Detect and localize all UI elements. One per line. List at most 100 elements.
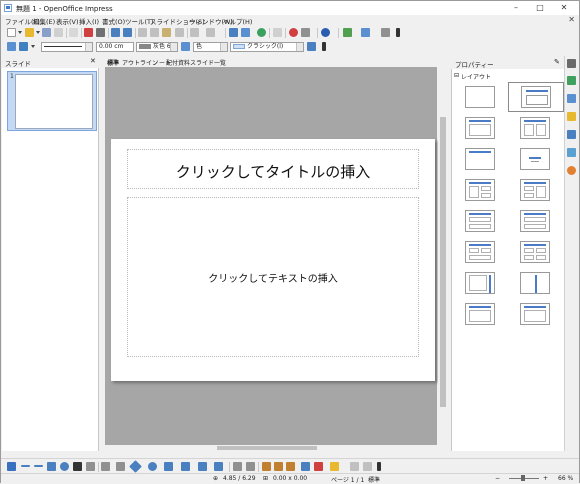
rectangle-icon[interactable] [47,462,56,471]
gallery-icon[interactable] [567,148,576,157]
from-file-icon[interactable] [274,462,283,471]
slide-show-icon[interactable] [381,28,390,37]
zoom-slider-knob[interactable] [521,475,525,481]
save-icon[interactable] [42,28,51,37]
area-fill-select[interactable]: 色 [193,42,228,52]
menu-edit[interactable]: 編集(E) [33,16,55,26]
flowchart-icon[interactable] [181,462,190,471]
select-pointer-icon[interactable] [7,462,16,471]
text-placeholder[interactable]: クリックしてテキストの挿入 [127,197,419,357]
open-folder-icon[interactable] [25,28,34,37]
display-grid-icon[interactable] [273,28,282,37]
email-icon[interactable] [54,28,63,37]
table-icon[interactable] [241,28,250,37]
navigator-icon[interactable] [301,28,310,37]
cut-icon[interactable] [138,28,147,37]
toolbar-more-icon[interactable] [322,42,326,51]
menu-format[interactable]: 書式(O) [102,16,125,26]
slide-layout-icon[interactable] [361,28,370,37]
horizontal-scroll-thumb[interactable] [217,446,317,450]
vertical-text-icon[interactable] [86,462,95,471]
maximize-button[interactable]: □ [530,1,550,15]
hyperlink-icon[interactable] [289,28,298,37]
master-pages-icon[interactable] [567,94,576,103]
tab-slide-sorter[interactable]: スライド一覧 [190,58,226,67]
insert-object-icon[interactable] [257,28,266,37]
arrow-dropdown-icon[interactable] [31,45,35,48]
block-arrows-icon[interactable] [164,462,173,471]
close-document-icon[interactable]: ✕ [568,15,575,24]
drawing-more-icon[interactable] [377,462,381,471]
slide-transition-icon[interactable] [567,130,576,139]
tab-handout[interactable]: 配付資料 [166,58,190,67]
gallery-tool-icon[interactable] [286,462,295,471]
fontwork-icon[interactable] [262,462,271,471]
basic-shapes-icon[interactable] [129,460,142,473]
print-icon[interactable] [96,28,105,37]
callouts-icon[interactable] [198,462,207,471]
glue-points-icon[interactable] [246,462,255,471]
points-icon[interactable] [233,462,242,471]
stars-icon[interactable] [214,462,223,471]
ellipse-icon[interactable] [60,462,69,471]
menu-view[interactable]: 表示(V) [56,16,79,26]
line-width-field[interactable]: 0.00 cm [96,42,134,52]
horizontal-scrollbar[interactable] [105,445,437,451]
zoom-out-icon[interactable]: − [495,475,500,482]
zoom-in-icon[interactable]: + [543,475,548,482]
spellcheck-icon[interactable] [111,28,120,37]
paste-icon[interactable] [162,28,171,37]
area-style-icon[interactable] [181,42,190,51]
vertical-scroll-thumb[interactable] [440,117,446,407]
tab-normal[interactable]: 標準 [107,58,119,67]
connector-icon[interactable] [116,462,125,471]
text-tool-icon[interactable] [73,462,82,471]
new-dropdown-icon[interactable] [18,31,22,34]
slide-thumbnail-1[interactable] [15,74,93,129]
help-icon[interactable] [321,28,330,37]
arrange-icon[interactable] [330,462,339,471]
shadow-icon[interactable] [307,42,316,51]
toolbar-options-icon[interactable] [396,28,400,37]
shadow-tool-icon[interactable] [363,462,372,471]
open-dropdown-icon[interactable] [36,31,40,34]
undo-icon[interactable] [190,28,199,37]
menu-help[interactable]: ヘルプ(H) [223,16,252,26]
menu-insert[interactable]: 挿入(I) [79,16,99,26]
sidebar-menu-icon[interactable] [567,59,576,68]
navigator-deck-icon[interactable] [567,166,576,175]
line-style-select[interactable] [41,42,93,52]
redo-icon[interactable] [206,28,215,37]
arrow-style-icon[interactable] [19,42,28,51]
layout-blank[interactable] [465,86,495,108]
close-button[interactable]: ✕ [554,1,574,15]
title-placeholder[interactable]: クリックしてタイトルの挿入 [127,149,419,189]
line-icon[interactable] [7,42,16,51]
properties-tool-icon[interactable]: ✎ [554,58,560,66]
properties-deck-icon[interactable] [567,76,576,85]
extrusion-icon[interactable] [350,462,359,471]
minimize-button[interactable]: – [506,1,526,15]
layout-title-content-selected[interactable] [508,82,564,112]
slide-design-icon[interactable] [343,28,352,37]
edit-file-icon[interactable] [69,28,78,37]
custom-animation-icon[interactable] [567,112,576,121]
format-paintbrush-icon[interactable] [175,28,184,37]
line-color-select[interactable]: 灰色 6 [136,42,178,52]
arrow-line-icon[interactable] [34,465,43,467]
copy-icon[interactable] [150,28,159,37]
zoom-level[interactable]: 66 % [558,475,573,482]
collapse-icon[interactable]: ⊟ [454,72,459,79]
line-tool-icon[interactable] [21,465,30,467]
chart-icon[interactable] [229,28,238,37]
symbol-shapes-icon[interactable] [148,462,157,471]
rotate-icon[interactable] [301,462,310,471]
fill-style-select[interactable]: クラシック(l) [230,42,304,52]
alignment-icon[interactable] [314,462,323,471]
slides-pane-close-icon[interactable]: ✕ [90,57,96,65]
autospell-icon[interactable] [123,28,132,37]
new-document-icon[interactable] [7,28,16,37]
export-pdf-icon[interactable] [84,28,93,37]
curve-icon[interactable] [101,462,110,471]
vertical-scrollbar[interactable] [438,67,448,445]
